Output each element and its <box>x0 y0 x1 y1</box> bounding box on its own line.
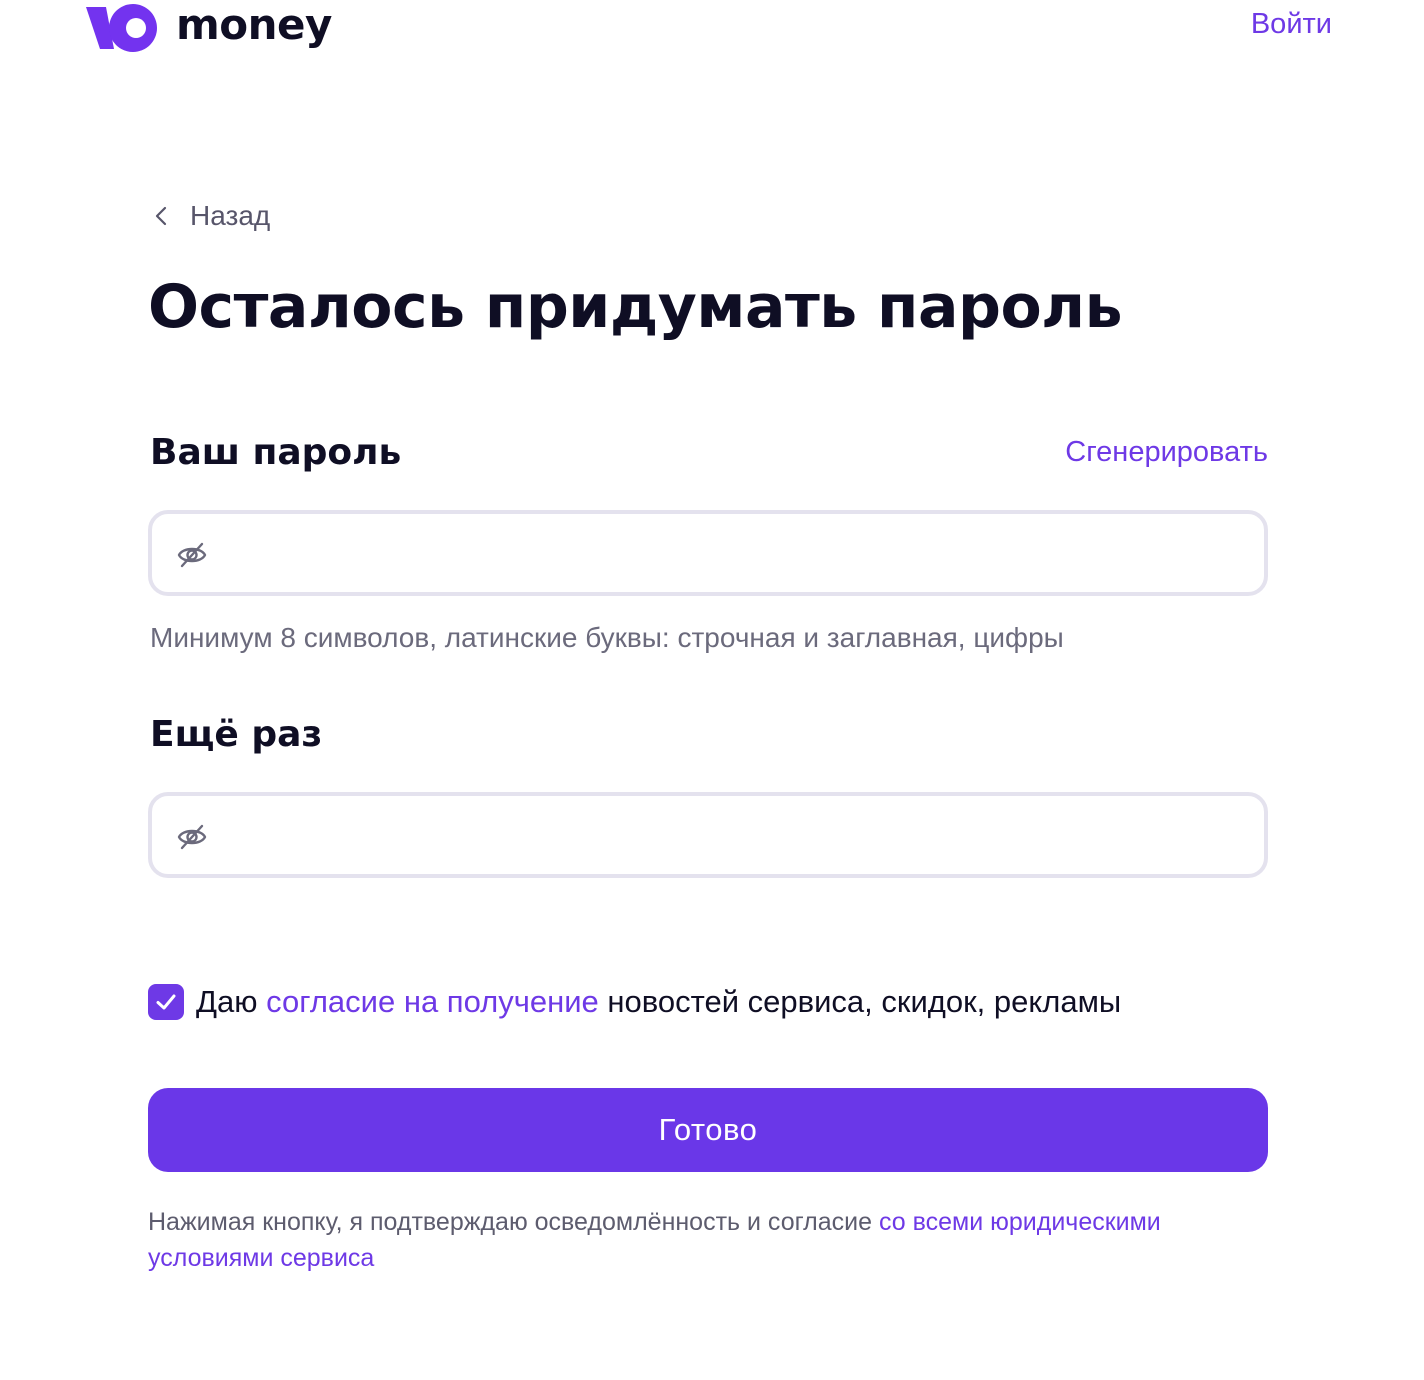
password-input[interactable] <box>228 514 1244 592</box>
back-label: Назад <box>190 200 271 231</box>
yoomoney-logo-icon <box>86 4 157 52</box>
confirm-password-label: Ещё раз <box>150 714 323 755</box>
password-label: Ваш пароль <box>150 432 402 473</box>
logo[interactable]: money <box>86 0 332 54</box>
consent-text: Даю согласие на получение новостей серви… <box>196 984 1121 1020</box>
password-field-container <box>148 510 1268 596</box>
login-link[interactable]: Войти <box>1251 8 1332 41</box>
eye-off-icon[interactable] <box>176 541 208 569</box>
confirm-password-field-container <box>148 792 1268 878</box>
consent-row: Даю согласие на получение новостей серви… <box>148 984 1121 1020</box>
page-title: Осталось придумать пароль <box>148 272 1123 342</box>
eye-off-icon[interactable] <box>176 823 208 851</box>
consent-suffix: новостей сервиса, скидок, рекламы <box>598 984 1122 1019</box>
chevron-left-icon <box>155 206 167 226</box>
legal-prefix: Нажимая кнопку, я подтверждаю осведомлён… <box>148 1208 879 1236</box>
confirm-password-input[interactable] <box>228 796 1244 874</box>
generate-password-link[interactable]: Сгенерировать <box>1065 436 1268 469</box>
consent-prefix: Даю <box>196 984 267 1019</box>
password-hint: Минимум 8 символов, латинские буквы: стр… <box>150 622 1064 653</box>
page: money Войти Назад Осталось придумать пар… <box>0 0 1424 1380</box>
back-button[interactable]: Назад <box>150 200 270 232</box>
consent-link[interactable]: согласие на получение <box>266 984 599 1019</box>
consent-checkbox[interactable] <box>148 984 184 1020</box>
submit-button[interactable]: Готово <box>148 1088 1268 1172</box>
checkmark-icon <box>156 994 176 1010</box>
logo-text: money <box>176 0 332 49</box>
legal-text: Нажимая кнопку, я подтверждаю осведомлён… <box>148 1204 1268 1276</box>
